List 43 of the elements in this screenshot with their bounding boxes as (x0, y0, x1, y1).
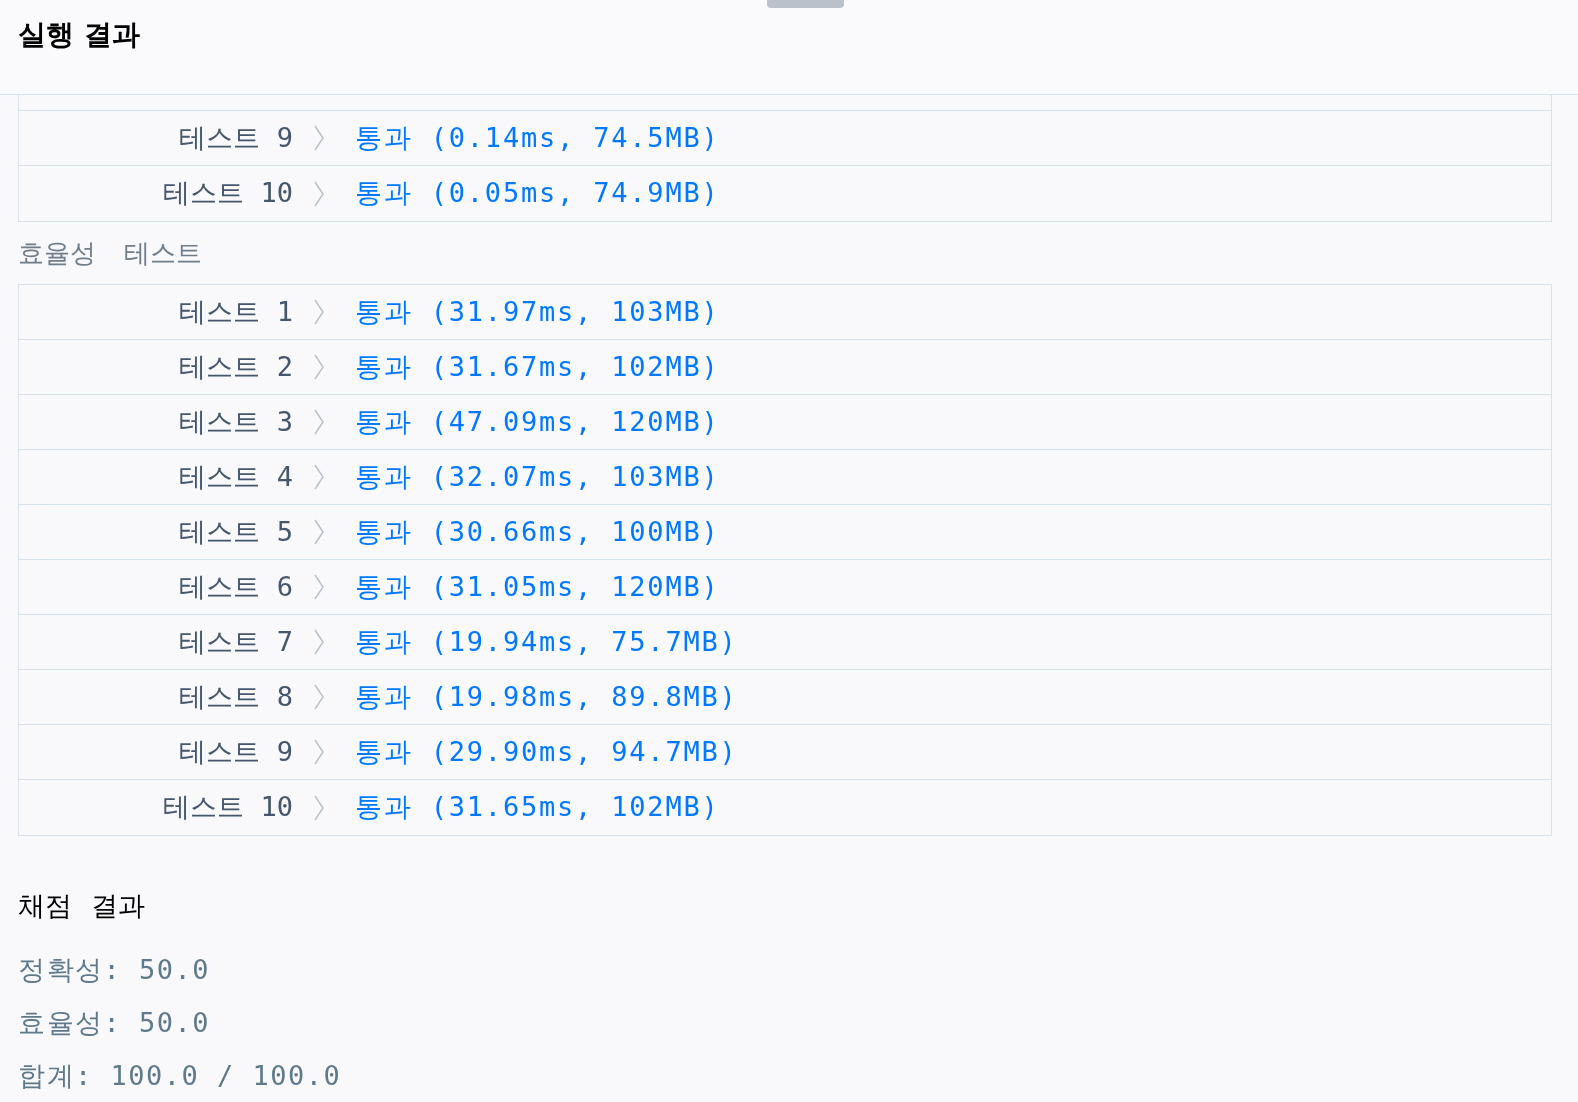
test-result: 통과 (0.05ms, 74.9MB) (355, 176, 720, 211)
test-result: 통과 (32.07ms, 103MB) (355, 459, 720, 494)
score-line: 정확성: 50.0 (18, 953, 212, 988)
test-label: 테스트 10 (162, 790, 293, 825)
test-result: 통과 (31.05ms, 120MB) (355, 569, 720, 604)
section-title: 효율성 테스트 (18, 236, 203, 270)
panel-title: 실행 결과 (18, 17, 140, 53)
test-label: 테스트 7 (178, 624, 293, 659)
test-label: 테스트 2 (178, 349, 293, 384)
chevron-right-icon (313, 463, 325, 491)
test-result: 통과 (30.66ms, 100MB) (355, 514, 720, 549)
test-result: 통과 (47.09ms, 120MB) (355, 404, 720, 439)
chevron-right-icon (313, 298, 325, 326)
test-label: 테스트 1 (178, 294, 293, 329)
test-label: 테스트 9 (178, 120, 293, 155)
test-result: 통과 (19.94ms, 75.7MB) (355, 624, 738, 659)
chevron-right-icon (313, 573, 325, 601)
chevron-right-icon (313, 683, 325, 711)
chevron-right-icon (313, 793, 325, 822)
test-result: 통과 (31.97ms, 103MB) (355, 294, 720, 329)
test-label: 테스트 9 (178, 734, 293, 769)
test-label: 테스트 10 (162, 176, 293, 211)
score-title: 채점 결과 (18, 889, 146, 923)
score-line: 효율성: 50.0 (18, 1006, 212, 1041)
test-result: 통과 (31.67ms, 102MB) (355, 349, 720, 384)
chevron-right-icon (313, 408, 325, 436)
test-result: 통과 (19.98ms, 89.8MB) (355, 679, 738, 714)
score-line: 합계: 100.0 / 100.0 (18, 1059, 343, 1094)
chevron-right-icon (313, 628, 325, 656)
chevron-right-icon (313, 518, 325, 546)
test-label: 테스트 4 (178, 459, 293, 494)
test-label: 테스트 3 (178, 404, 293, 439)
test-result: 통과 (29.90ms, 94.7MB) (355, 734, 738, 769)
chevron-right-icon (313, 124, 325, 152)
chevron-right-icon (313, 738, 325, 766)
drag-handle[interactable] (767, 0, 844, 8)
test-result: 통과 (31.65ms, 102MB) (355, 790, 720, 825)
test-label: 테스트 8 (178, 679, 293, 714)
test-label: 테스트 5 (178, 514, 293, 549)
chevron-right-icon (313, 179, 325, 208)
test-result: 통과 (0.14ms, 74.5MB) (355, 120, 720, 155)
test-label: 테스트 6 (178, 569, 293, 604)
chevron-right-icon (313, 353, 325, 381)
